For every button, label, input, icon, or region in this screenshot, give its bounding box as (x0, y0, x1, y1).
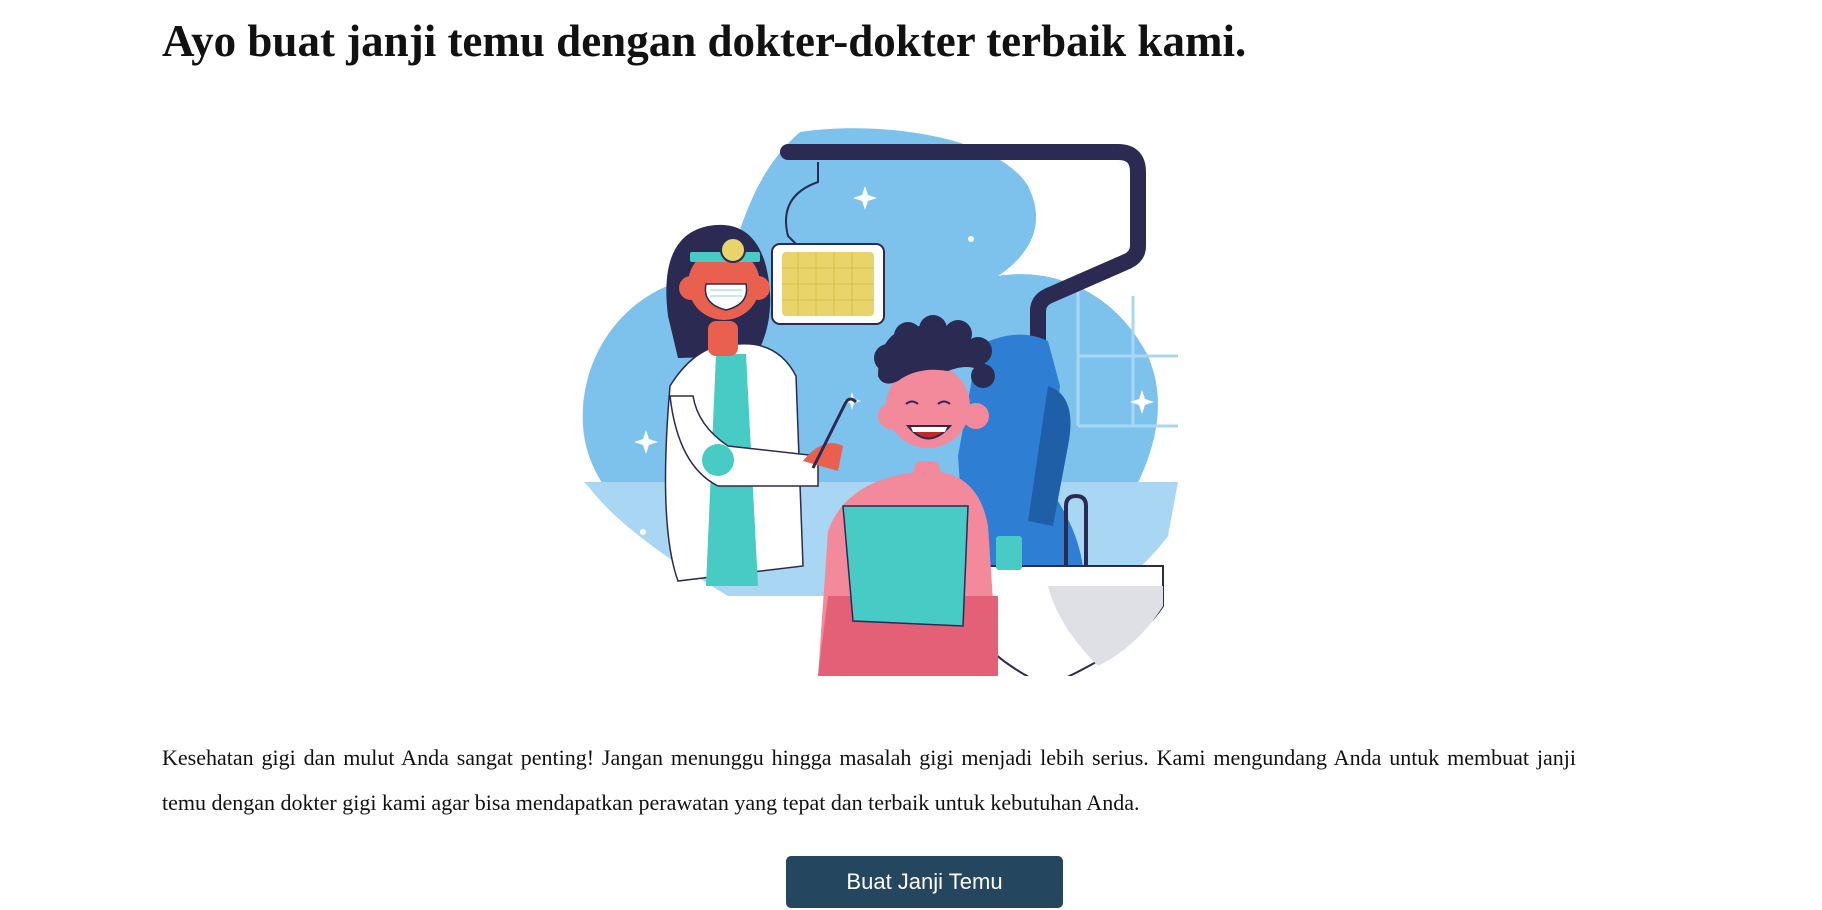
description-text: Kesehatan gigi dan mulut Anda sangat pen… (162, 745, 1576, 815)
page-title: Ayo buat janji temu dengan dokter-dokter… (162, 16, 1247, 66)
appointment-section: Ayo buat janji temu dengan dokter-dokter… (0, 0, 1822, 910)
dentist-illustration (582, 128, 1197, 676)
head-mirror-icon (720, 237, 746, 263)
cup (996, 536, 1022, 570)
book-appointment-button[interactable]: Buat Janji Temu (786, 856, 1063, 908)
